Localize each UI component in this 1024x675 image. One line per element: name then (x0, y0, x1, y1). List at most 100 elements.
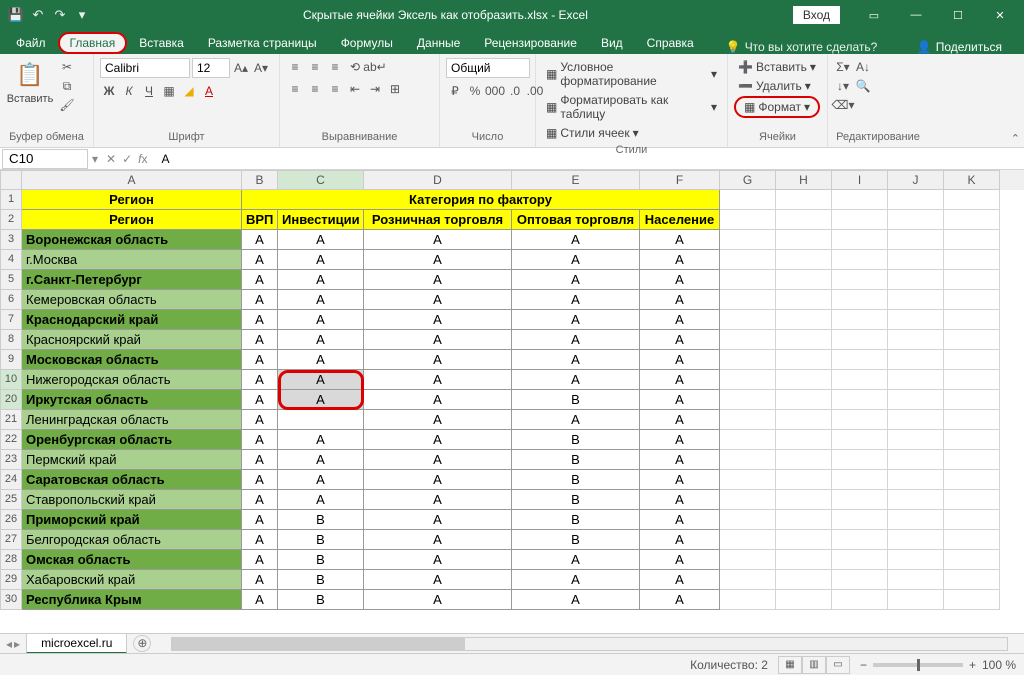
cell-F21[interactable]: A (640, 410, 720, 430)
cell-H27[interactable] (776, 530, 832, 550)
align-bottom-icon[interactable]: ≡ (326, 58, 344, 76)
cell-C26[interactable]: B (278, 510, 364, 530)
cell-H2[interactable] (776, 210, 832, 230)
cell-G22[interactable] (720, 430, 776, 450)
cell-I2[interactable] (832, 210, 888, 230)
cell-B22[interactable]: A (242, 430, 278, 450)
cell-J25[interactable] (888, 490, 944, 510)
cell-F28[interactable]: A (640, 550, 720, 570)
cell-J26[interactable] (888, 510, 944, 530)
cell-I27[interactable] (832, 530, 888, 550)
cell-A3[interactable]: Воронежская область (22, 230, 242, 250)
select-all-corner[interactable] (0, 170, 22, 190)
cell-A28[interactable]: Омская область (22, 550, 242, 570)
row-header-22[interactable]: 22 (0, 430, 22, 450)
cell-I22[interactable] (832, 430, 888, 450)
cell-J21[interactable] (888, 410, 944, 430)
autosum-icon[interactable]: Σ▾ (834, 58, 852, 76)
merge-cells-icon[interactable]: ⊞ (386, 80, 404, 98)
cell-I3[interactable] (832, 230, 888, 250)
cell-I21[interactable] (832, 410, 888, 430)
column-header-H[interactable]: H (776, 170, 832, 190)
sort-icon[interactable]: A↓ (854, 58, 872, 76)
cell-F6[interactable]: A (640, 290, 720, 310)
cell-I9[interactable] (832, 350, 888, 370)
cell-J20[interactable] (888, 390, 944, 410)
cell-B7[interactable]: A (242, 310, 278, 330)
ribbon-options-icon[interactable]: ▭ (854, 0, 894, 30)
align-center-icon[interactable]: ≡ (306, 80, 324, 98)
cell-D24[interactable]: A (364, 470, 512, 490)
zoom-out-icon[interactable]: − (860, 658, 867, 672)
row-header-6[interactable]: 6 (0, 290, 22, 310)
cell-G7[interactable] (720, 310, 776, 330)
cell-A7[interactable]: Краснодарский край (22, 310, 242, 330)
cell-F7[interactable]: A (640, 310, 720, 330)
cell-I25[interactable] (832, 490, 888, 510)
cell-D21[interactable]: A (364, 410, 512, 430)
column-header-C[interactable]: C (278, 170, 364, 190)
cell-I30[interactable] (832, 590, 888, 610)
cell-C30[interactable]: B (278, 590, 364, 610)
cell-K10[interactable] (944, 370, 1000, 390)
spreadsheet-grid[interactable]: ABCDEFGHIJK 1РегионКатегория по фактору2… (0, 170, 1024, 633)
border-icon[interactable]: ▦ (160, 82, 178, 100)
cell-A1[interactable]: Регион (22, 190, 242, 210)
row-header-29[interactable]: 29 (0, 570, 22, 590)
cell-A22[interactable]: Оренбургская область (22, 430, 242, 450)
cell-J9[interactable] (888, 350, 944, 370)
cell-C20[interactable]: A (278, 390, 364, 410)
cell-D8[interactable]: A (364, 330, 512, 350)
cell-H30[interactable] (776, 590, 832, 610)
cell-H1[interactable] (776, 190, 832, 210)
cell-F4[interactable]: A (640, 250, 720, 270)
cell-A5[interactable]: г.Санкт-Петербург (22, 270, 242, 290)
cell-A4[interactable]: г.Москва (22, 250, 242, 270)
cell-G2[interactable] (720, 210, 776, 230)
cell-H9[interactable] (776, 350, 832, 370)
row-header-9[interactable]: 9 (0, 350, 22, 370)
cell-H24[interactable] (776, 470, 832, 490)
cell-B26[interactable]: A (242, 510, 278, 530)
tab-data[interactable]: Данные (405, 32, 472, 54)
cell-H7[interactable] (776, 310, 832, 330)
row-header-27[interactable]: 27 (0, 530, 22, 550)
cell-H25[interactable] (776, 490, 832, 510)
bold-icon[interactable]: Ж (100, 82, 118, 100)
cell-A8[interactable]: Красноярский край (22, 330, 242, 350)
cell-F23[interactable]: A (640, 450, 720, 470)
close-icon[interactable]: ✕ (980, 0, 1020, 30)
row-header-5[interactable]: 5 (0, 270, 22, 290)
cell-G24[interactable] (720, 470, 776, 490)
cell-K22[interactable] (944, 430, 1000, 450)
cell-K2[interactable] (944, 210, 1000, 230)
format-cells-button[interactable]: ▦Формат▾ (734, 96, 820, 118)
clear-icon[interactable]: ⌫▾ (834, 96, 852, 114)
new-sheet-button[interactable]: ⊕ (133, 635, 151, 652)
cell-J3[interactable] (888, 230, 944, 250)
cell-C25[interactable]: A (278, 490, 364, 510)
tab-view[interactable]: Вид (589, 32, 635, 54)
zoom-slider[interactable] (873, 663, 963, 667)
increase-decimal-icon[interactable]: .0 (506, 82, 524, 100)
cell-I28[interactable] (832, 550, 888, 570)
cell-C9[interactable]: A (278, 350, 364, 370)
cell-B21[interactable]: A (242, 410, 278, 430)
row-header-7[interactable]: 7 (0, 310, 22, 330)
column-header-B[interactable]: B (242, 170, 278, 190)
cell-H3[interactable] (776, 230, 832, 250)
cell-H29[interactable] (776, 570, 832, 590)
cell-F5[interactable]: A (640, 270, 720, 290)
cell-A30[interactable]: Республика Крым (22, 590, 242, 610)
cell-G23[interactable] (720, 450, 776, 470)
tell-me-search[interactable]: 💡 Что вы хотите сделать? (726, 40, 878, 54)
cell-K23[interactable] (944, 450, 1000, 470)
cell-G25[interactable] (720, 490, 776, 510)
cell-B27[interactable]: A (242, 530, 278, 550)
cell-B10[interactable]: A (242, 370, 278, 390)
cell-B6[interactable]: A (242, 290, 278, 310)
cell-E2[interactable]: Оптовая торговля (512, 210, 640, 230)
save-icon[interactable]: 💾 (8, 7, 24, 23)
format-painter-icon[interactable]: 🖌 (58, 96, 76, 114)
row-header-2[interactable]: 2 (0, 210, 22, 230)
